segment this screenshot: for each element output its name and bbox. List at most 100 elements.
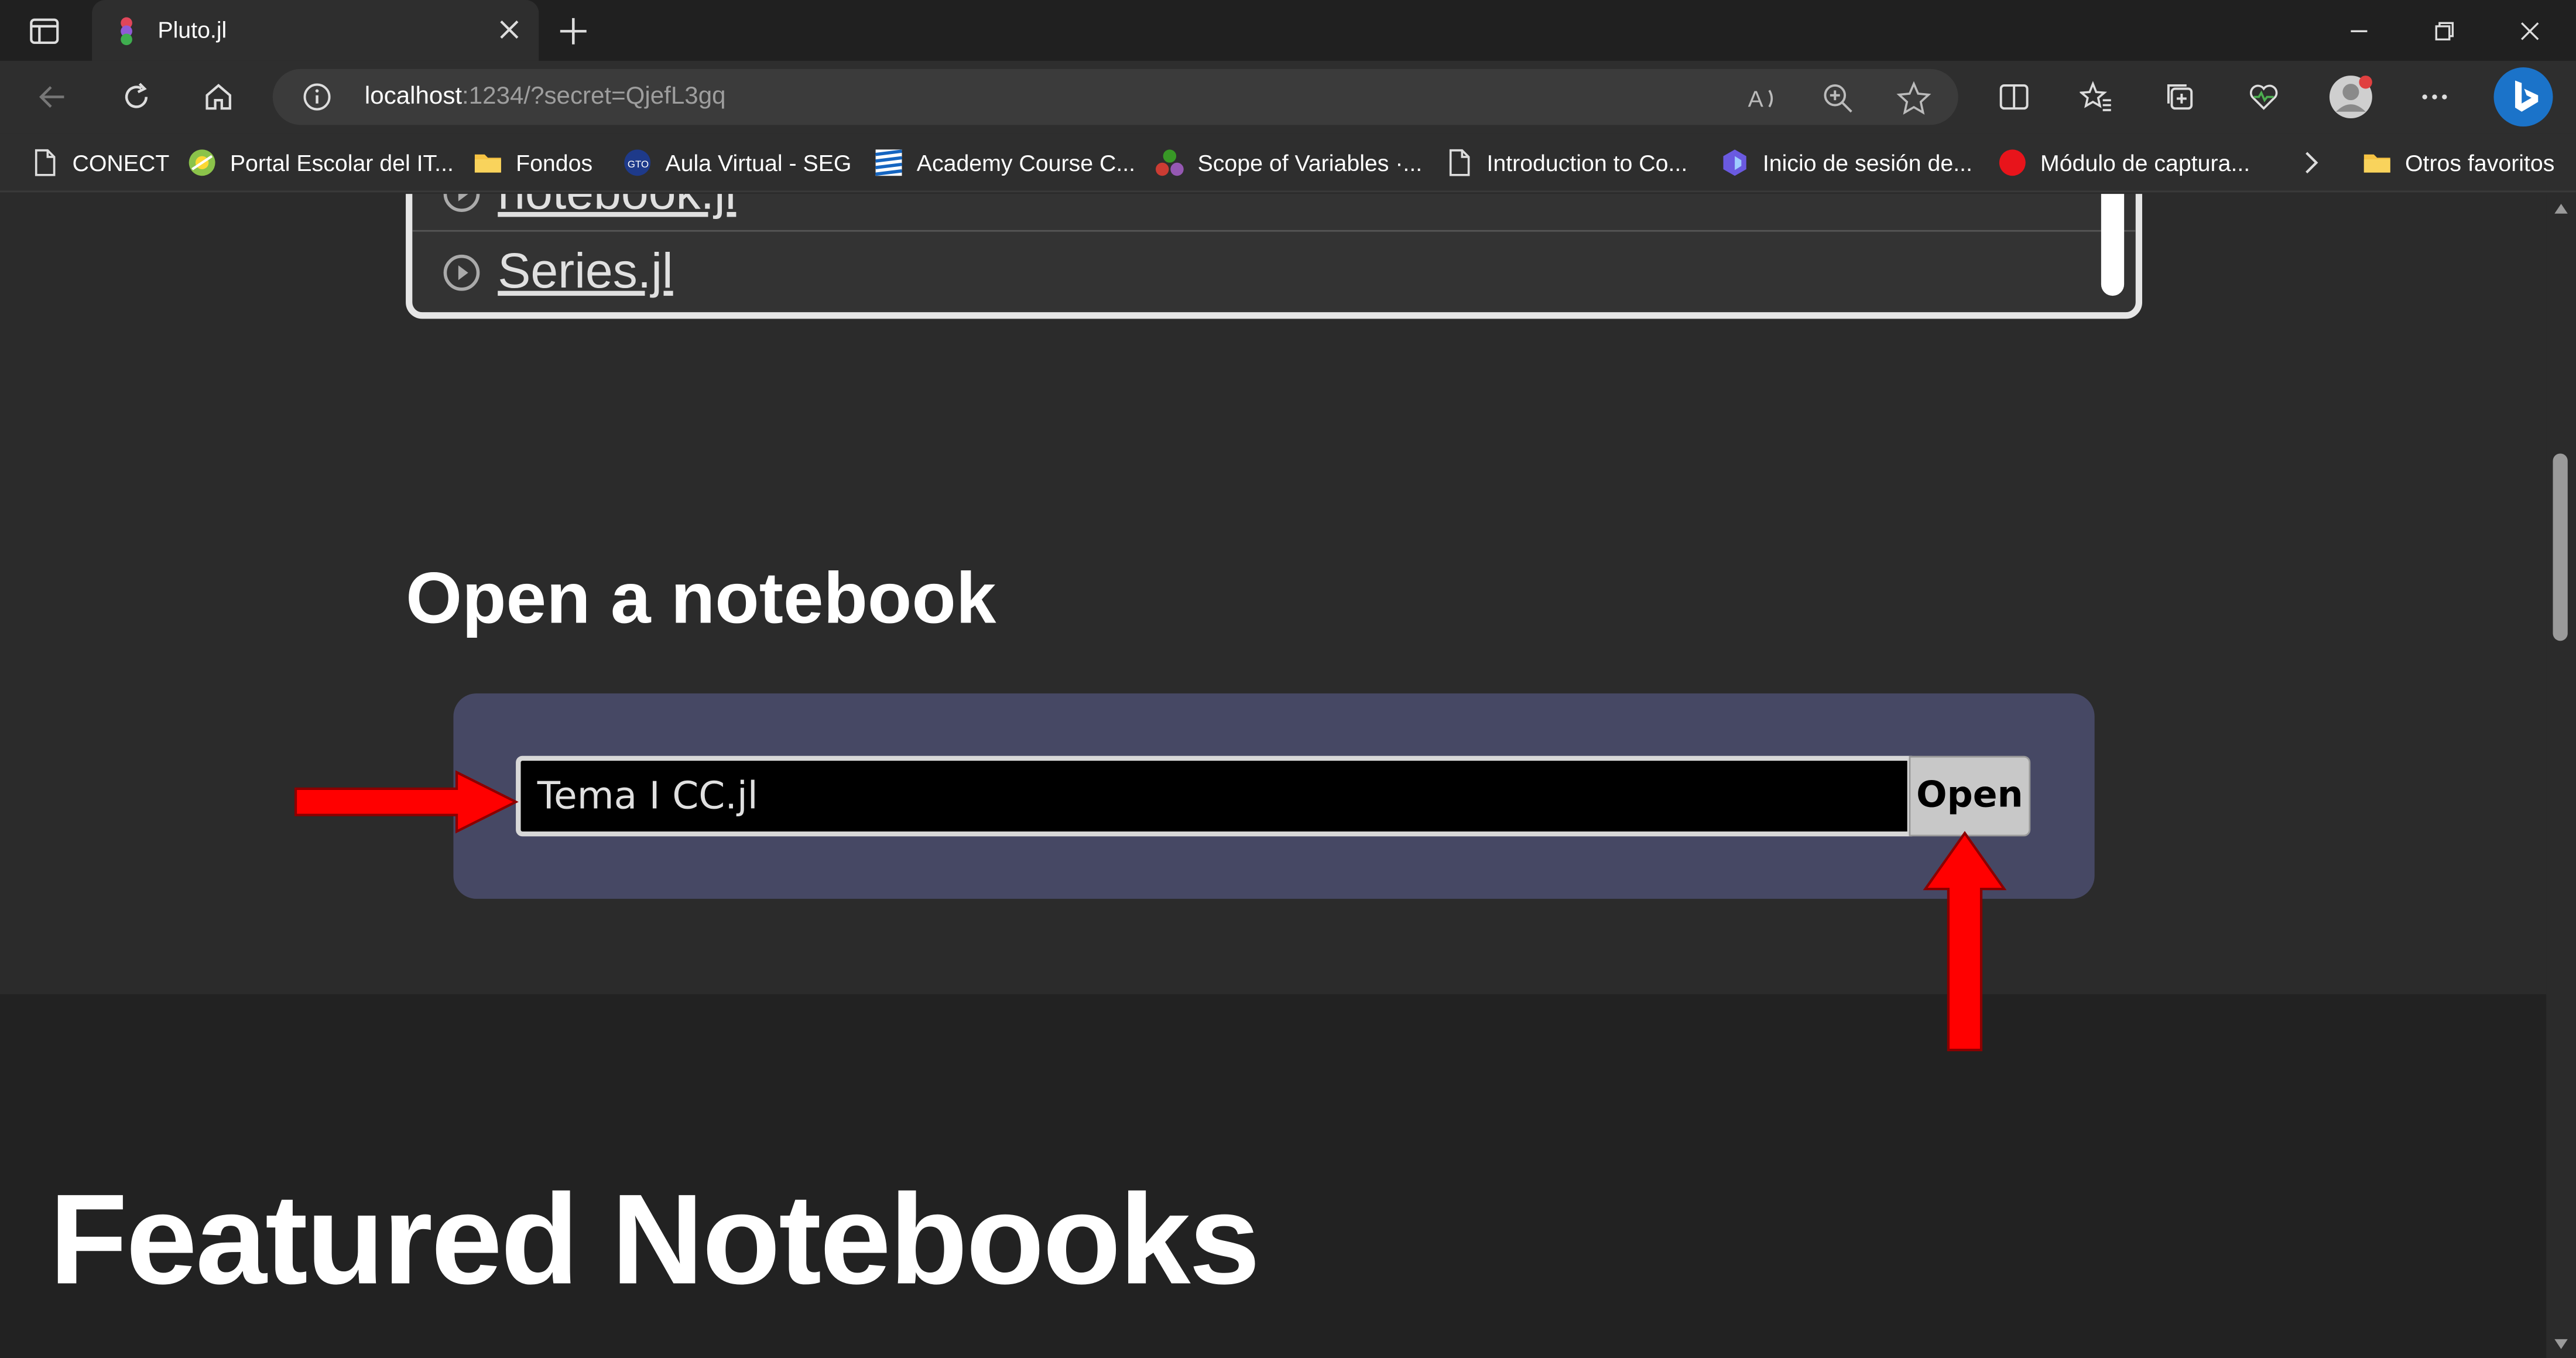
- performance-button[interactable]: [2244, 77, 2283, 117]
- favorite-aula-virtual[interactable]: GTO Aula Virtual - SEG: [622, 143, 852, 182]
- back-button[interactable]: [33, 77, 72, 117]
- open-button[interactable]: Open: [1909, 755, 2031, 837]
- home-icon: [205, 84, 231, 110]
- restore-button[interactable]: [2402, 0, 2487, 61]
- more-icon: [2422, 94, 2447, 100]
- list-scrollbar[interactable]: [2101, 194, 2125, 296]
- back-arrow-icon: [39, 86, 64, 108]
- address-bar[interactable]: localhost:1234/?secret=QjefL3gq A: [272, 69, 1958, 125]
- favorites-icon: [2080, 81, 2111, 111]
- minimize-button[interactable]: [2316, 0, 2402, 61]
- browser-tab[interactable]: Pluto.jl: [92, 0, 539, 61]
- avatar-icon: [2329, 76, 2372, 119]
- favorite-modulo-captura[interactable]: Módulo de captura...: [1998, 143, 2250, 182]
- page-content: notebook.jl Series.jl Open a notebook Op…: [0, 194, 2547, 1358]
- recent-notebook-link[interactable]: Series.jl: [498, 245, 673, 300]
- favorite-academy-course[interactable]: Academy Course C...: [874, 143, 1135, 182]
- favorite-portal-escolar[interactable]: Portal Escolar del IT...: [187, 143, 454, 182]
- favorite-label: Academy Course C...: [916, 149, 1136, 176]
- favorite-label: Inicio de sesión de...: [1762, 149, 1972, 176]
- recent-notebook-item[interactable]: Series.jl: [442, 240, 673, 306]
- page-icon: [1449, 149, 1470, 176]
- annotation-arrow-right: [294, 770, 519, 834]
- favorite-scope-of-variables[interactable]: Scope of Variables ·...: [1155, 143, 1423, 182]
- refresh-icon: [125, 83, 148, 108]
- page-scrollbar[interactable]: [2546, 194, 2576, 1358]
- url-path: :1234/?secret=QjefL3gq: [462, 82, 726, 111]
- split-screen-button[interactable]: [1994, 77, 2033, 117]
- favorite-introduction[interactable]: Introduction to Co...: [1444, 143, 1687, 182]
- bing-icon: [2515, 80, 2539, 112]
- profile-button[interactable]: [2328, 74, 2374, 120]
- featured-section: Featured Notebooks: [0, 994, 2547, 1358]
- restore-icon: [2435, 21, 2454, 40]
- url-text[interactable]: localhost:1234/?secret=QjefL3gq: [365, 82, 726, 110]
- read-aloud-icon[interactable]: A: [1745, 80, 1781, 117]
- scroll-down-icon[interactable]: [2553, 1335, 2570, 1352]
- favorite-label: Aula Virtual - SEG: [665, 149, 852, 176]
- annotation-arrow-up: [1923, 830, 2007, 1052]
- refresh-button[interactable]: [117, 77, 156, 117]
- folder-icon: [2363, 154, 2390, 173]
- scroll-thumb[interactable]: [2553, 453, 2568, 641]
- open-notebook-heading: Open a notebook: [406, 559, 996, 639]
- favorite-label: Otros favoritos: [2404, 149, 2555, 176]
- close-window-button[interactable]: [2487, 0, 2572, 61]
- chevron-right-icon: [2306, 152, 2318, 174]
- browser-window: Pluto.jl localhost:1234/?secret=QjefL3gq…: [0, 0, 2576, 1358]
- recent-notebook-link[interactable]: notebook.jl: [498, 194, 736, 222]
- split-screen-icon: [1999, 84, 2029, 110]
- open-notebook-panel: Open: [453, 693, 2095, 899]
- close-icon[interactable]: [496, 16, 522, 43]
- featured-notebooks-heading: Featured Notebooks: [49, 1167, 1260, 1312]
- stripes-icon: [875, 149, 902, 176]
- notebook-path-input[interactable]: [516, 755, 1913, 837]
- favorite-label: Módulo de captura...: [2040, 149, 2250, 176]
- favorite-label: Introduction to Co...: [1486, 149, 1688, 176]
- julia-dots-icon: [1156, 149, 1184, 176]
- close-window-icon: [2521, 21, 2539, 40]
- title-bar: Pluto.jl: [0, 0, 2576, 61]
- favorite-label: Scope of Variables ·...: [1197, 149, 1423, 176]
- sidebar-toggle-icon[interactable]: [26, 13, 63, 49]
- more-button[interactable]: [2415, 77, 2454, 117]
- red-dot-icon: [1999, 149, 2026, 176]
- pluto-favicon-icon: [121, 17, 132, 46]
- heartbeat-icon: [2249, 84, 2278, 110]
- zoom-icon[interactable]: [1820, 80, 1856, 117]
- recent-notebook-item[interactable]: notebook.jl: [442, 194, 736, 227]
- favorite-inicio-sesion[interactable]: Inicio de sesión de...: [1720, 143, 1972, 182]
- favorite-conect[interactable]: CONECT: [30, 143, 170, 182]
- screenshot-root: Pluto.jl localhost:1234/?secret=QjefL3gq…: [0, 0, 2576, 1358]
- tab-title: Pluto.jl: [157, 16, 227, 43]
- collections-icon: [2167, 84, 2193, 110]
- scroll-up-icon[interactable]: [2553, 200, 2570, 217]
- itsc-logo-icon: [189, 149, 215, 176]
- folder-icon: [474, 154, 501, 173]
- favorites-overflow-button[interactable]: [2297, 143, 2339, 182]
- star-icon[interactable]: [1896, 80, 1932, 117]
- minimize-icon: [2351, 29, 2368, 32]
- list-divider: [412, 230, 2136, 232]
- favorite-label: Portal Escolar del IT...: [229, 149, 454, 176]
- plus-icon[interactable]: [555, 13, 591, 49]
- favorites-button[interactable]: [2077, 77, 2116, 117]
- favorite-fondos[interactable]: Fondos: [473, 143, 592, 182]
- navigation-bar: localhost:1234/?secret=QjefL3gq A: [0, 60, 2576, 134]
- home-button[interactable]: [199, 77, 238, 117]
- teams-icon: [1723, 149, 1746, 176]
- svg-text:A: A: [1748, 86, 1764, 112]
- seg-logo-icon: GTO: [624, 149, 651, 176]
- favorite-label: CONECT: [72, 149, 170, 176]
- favorite-label: Fondos: [516, 149, 593, 176]
- favorites-bar: CONECT Portal Escolar del IT... Fondos G…: [0, 133, 2576, 193]
- page-icon: [35, 149, 56, 176]
- play-circle-icon: [443, 254, 480, 291]
- favorite-otros-favoritos[interactable]: Otros favoritos: [2362, 143, 2554, 182]
- url-host: localhost: [364, 82, 463, 111]
- collections-button[interactable]: [2160, 77, 2200, 117]
- copilot-button[interactable]: [2493, 67, 2553, 127]
- play-circle-icon: [443, 194, 480, 212]
- info-icon[interactable]: [302, 82, 332, 112]
- svg-text:GTO: GTO: [628, 159, 649, 170]
